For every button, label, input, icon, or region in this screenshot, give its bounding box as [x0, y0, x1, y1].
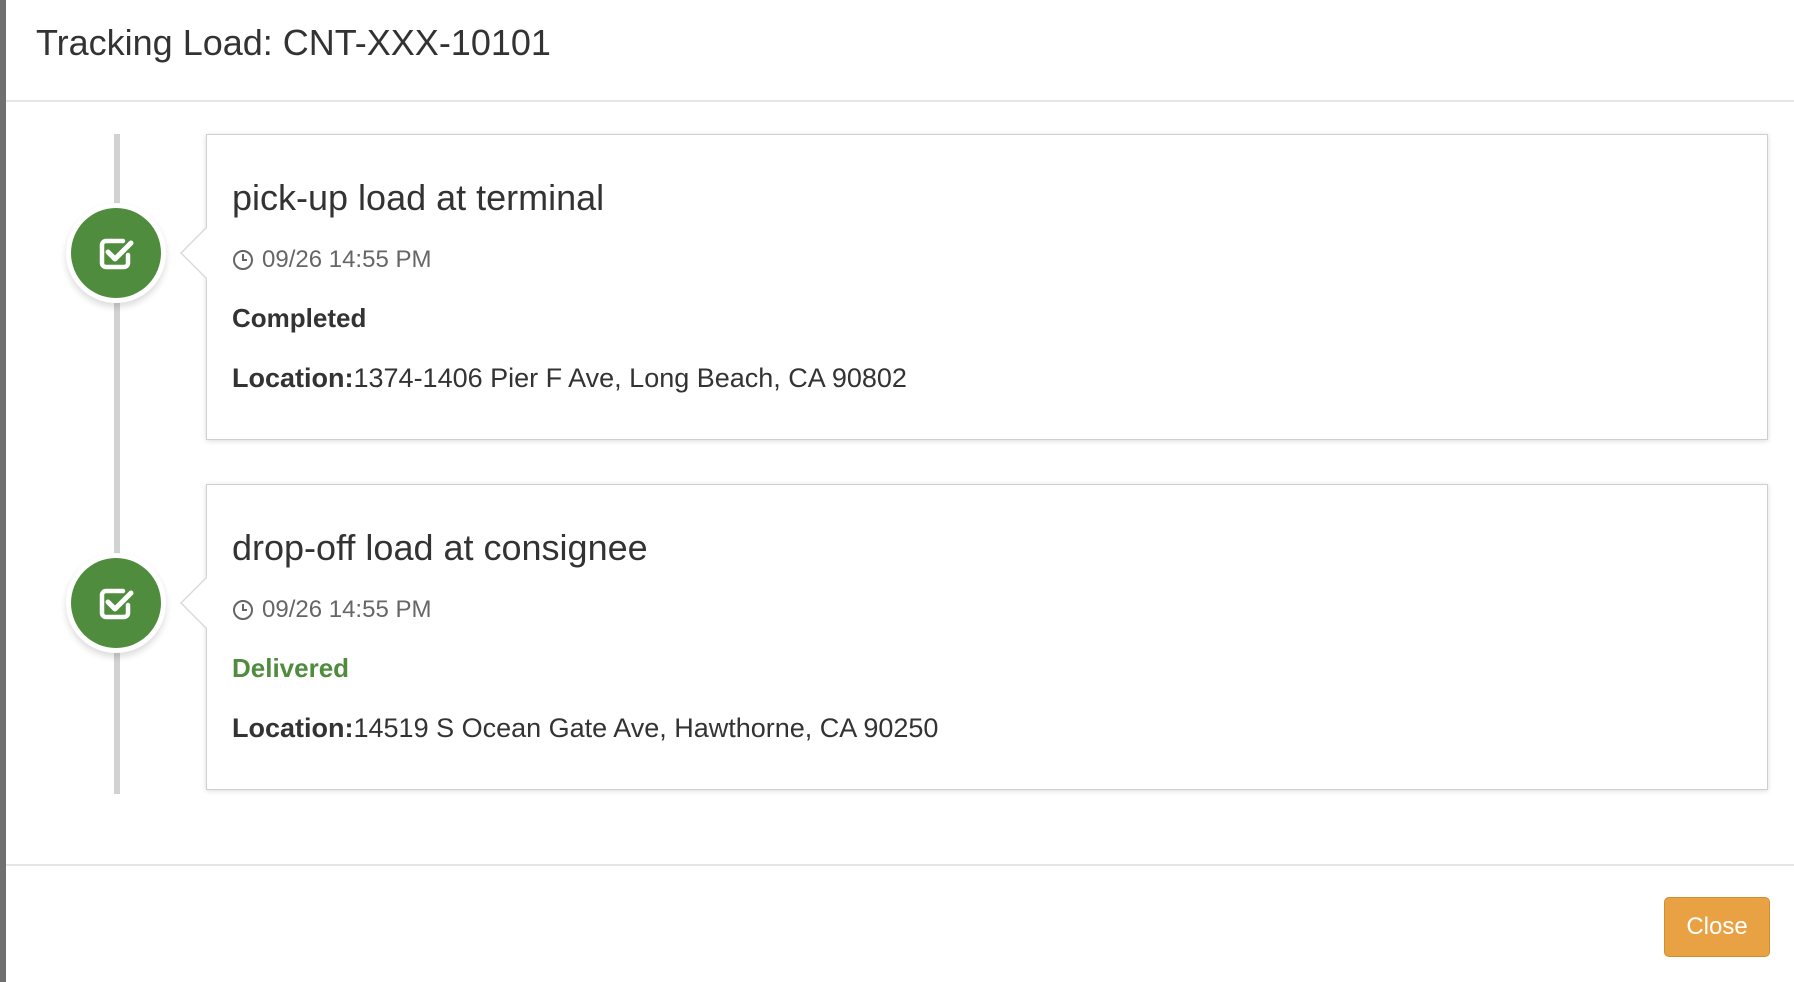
modal-footer: Close: [6, 864, 1794, 982]
event-location: Location:1374-1406 Pier F Ave, Long Beac…: [232, 363, 907, 394]
check-square-icon: [71, 558, 161, 648]
modal-title: Tracking Load: CNT-XXX-10101: [36, 22, 551, 63]
location-label: Location:: [232, 713, 354, 743]
timeline-panel: drop-off load at consignee 09/26 14:55 P…: [180, 484, 1768, 790]
timeline-badge: [66, 203, 166, 303]
location-label: Location:: [232, 363, 354, 393]
tracking-modal: Tracking Load: CNT-XXX-10101 pick-up loa…: [6, 0, 1794, 982]
check-square-icon: [71, 208, 161, 298]
timeline-panel: pick-up load at terminal 09/26 14:55 PM …: [180, 134, 1768, 440]
event-time: 09/26 14:55 PM: [232, 246, 431, 274]
event-time: 09/26 14:55 PM: [232, 596, 431, 624]
panel-arrow-fill: [182, 227, 208, 279]
event-title: pick-up load at terminal: [232, 177, 605, 218]
event-location: Location:14519 S Ocean Gate Ave, Hawthor…: [232, 713, 938, 744]
location-value: 1374-1406 Pier F Ave, Long Beach, CA 908…: [353, 363, 907, 393]
clock-icon: [233, 600, 253, 620]
modal-header: Tracking Load: CNT-XXX-10101: [6, 0, 1794, 102]
event-time-text: 09/26 14:55 PM: [262, 246, 432, 273]
timeline-badge: [66, 553, 166, 653]
clock-icon: [233, 250, 253, 270]
event-title: drop-off load at consignee: [232, 527, 648, 568]
panel-arrow-fill: [182, 577, 208, 629]
event-status: Completed: [232, 303, 367, 333]
modal-body: pick-up load at terminal 09/26 14:55 PM …: [6, 102, 1794, 864]
event-time-text: 09/26 14:55 PM: [262, 596, 432, 623]
event-status: Delivered: [232, 653, 350, 683]
location-value: 14519 S Ocean Gate Ave, Hawthorne, CA 90…: [353, 713, 939, 743]
close-button[interactable]: Close: [1664, 897, 1770, 957]
